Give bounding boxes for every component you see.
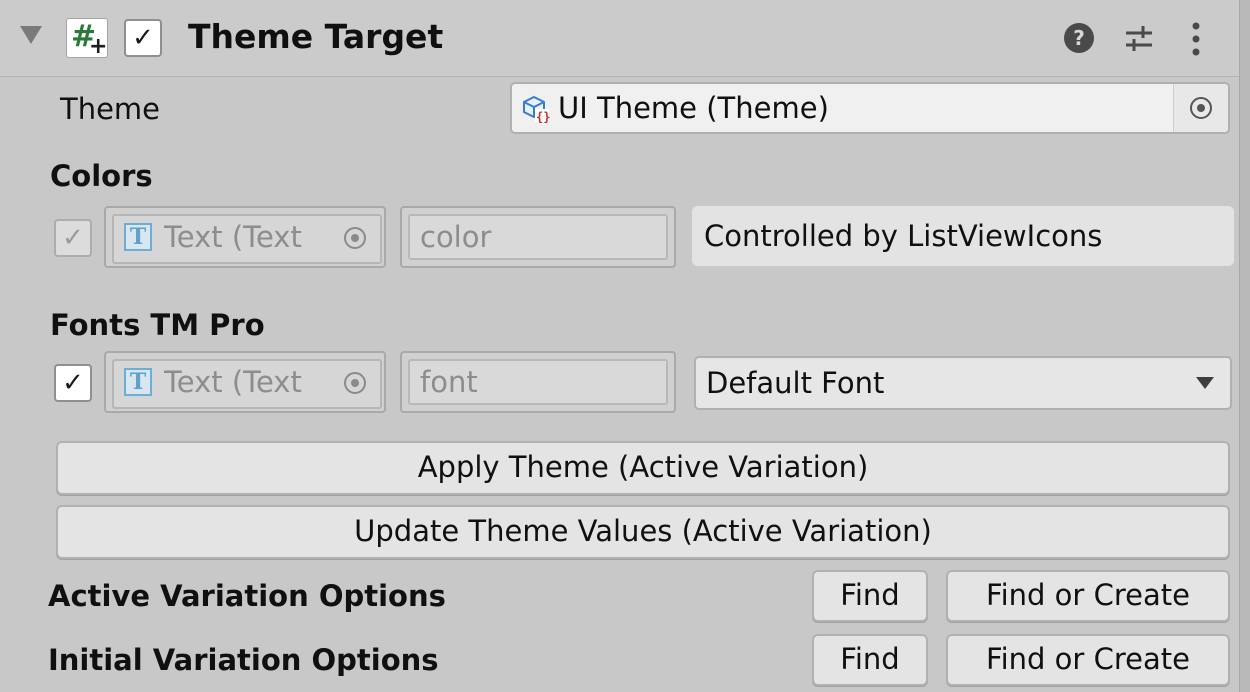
fonts-section-label: Fonts TM Pro xyxy=(50,308,265,342)
component-title: Theme Target xyxy=(188,17,444,56)
colors-status-box: Controlled by ListViewIcons xyxy=(692,206,1234,266)
theme-asset-icon: {} xyxy=(522,95,550,124)
active-variation-options-label: Active Variation Options xyxy=(48,579,446,613)
active-variation-find-button[interactable]: Find xyxy=(812,570,928,622)
checkmark-icon: ✓ xyxy=(62,368,84,398)
theme-label: Theme xyxy=(60,92,161,126)
component-header: # + ✓ Theme Target ? xyxy=(0,0,1240,77)
component-enabled-checkbox[interactable]: ✓ xyxy=(124,19,162,57)
dropdown-arrow-icon xyxy=(1196,377,1214,389)
colors-section-label: Colors xyxy=(50,159,153,193)
colors-row-checkbox: ✓ xyxy=(54,219,92,257)
object-picker-icon xyxy=(1190,97,1212,119)
initial-variation-find-button[interactable]: Find xyxy=(812,634,928,686)
colors-target-object-field: T Text (Text xyxy=(104,206,386,268)
object-picker-icon xyxy=(344,227,366,249)
scrollbar-edge xyxy=(1239,0,1250,692)
fonts-target-object-text: Text (Text xyxy=(164,365,302,399)
update-theme-values-button[interactable]: Update Theme Values (Active Variation) xyxy=(56,505,1230,559)
text-component-icon: T xyxy=(124,368,152,396)
fonts-property-field: font xyxy=(400,351,676,413)
theme-picker-button[interactable] xyxy=(1173,84,1228,132)
checkmark-icon: ✓ xyxy=(132,23,154,53)
theme-object-field[interactable]: {} UI Theme (Theme) xyxy=(510,82,1230,134)
text-component-icon: T xyxy=(124,223,152,251)
theme-object-value: UI Theme (Theme) xyxy=(558,91,829,125)
font-dropdown[interactable]: Default Font xyxy=(694,356,1232,410)
active-variation-find-or-create-button[interactable]: Find or Create xyxy=(946,570,1230,622)
fonts-row-checkbox[interactable]: ✓ xyxy=(54,364,92,402)
object-picker-icon xyxy=(344,372,366,394)
checkmark-icon: ✓ xyxy=(62,223,84,253)
preset-settings-icon[interactable] xyxy=(1122,22,1156,56)
inspector-panel: # + ✓ Theme Target ? Theme {} UI Theme (… xyxy=(0,0,1250,692)
colors-property-value: color xyxy=(408,214,668,260)
fonts-target-object-field: T Text (Text xyxy=(104,351,386,413)
kebab-menu-icon[interactable] xyxy=(1186,20,1206,58)
font-dropdown-value: Default Font xyxy=(706,366,885,400)
initial-variation-options-label: Initial Variation Options xyxy=(48,643,439,677)
svg-text:{}: {} xyxy=(536,110,550,123)
colors-property-field: color xyxy=(400,206,676,268)
fonts-property-value: font xyxy=(408,359,668,405)
triangle-down-icon[interactable] xyxy=(20,26,42,44)
apply-theme-button[interactable]: Apply Theme (Active Variation) xyxy=(56,441,1230,495)
colors-target-object-text: Text (Text xyxy=(164,220,302,254)
script-icon: # + xyxy=(66,18,108,58)
help-icon[interactable]: ? xyxy=(1064,23,1094,53)
initial-variation-find-or-create-button[interactable]: Find or Create xyxy=(946,634,1230,686)
